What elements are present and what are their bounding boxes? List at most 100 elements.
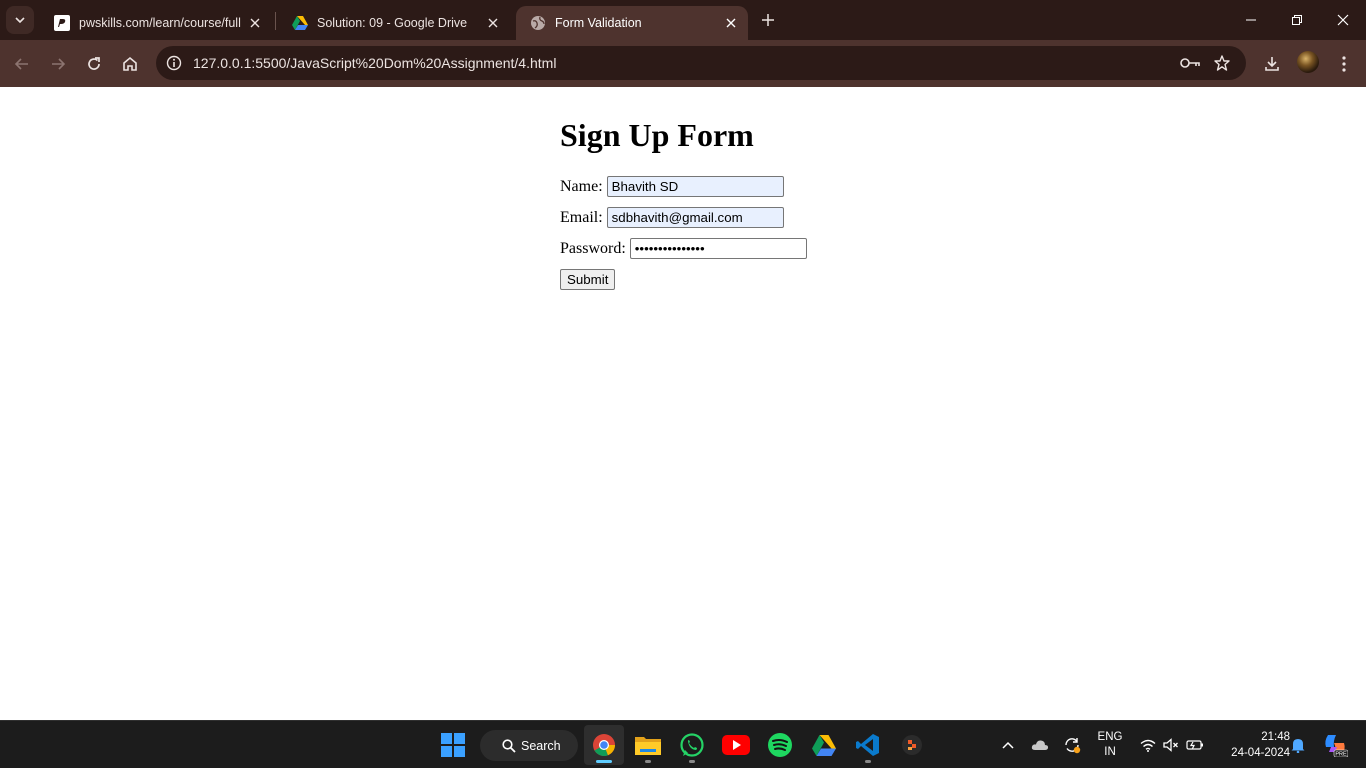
wifi-icon — [1140, 739, 1156, 752]
submit-button[interactable]: Submit — [560, 269, 616, 290]
active-indicator — [596, 760, 612, 763]
key-icon — [1180, 58, 1200, 68]
password-input[interactable] — [629, 238, 807, 259]
system-clock[interactable]: 21:48 24-04-2024 — [1214, 729, 1290, 761]
info-icon — [166, 55, 182, 71]
search-label: Search — [521, 738, 561, 753]
more-vertical-icon — [1342, 56, 1346, 72]
back-button[interactable] — [8, 50, 36, 78]
language-code: ENG — [1097, 731, 1123, 743]
chevron-up-icon — [1002, 741, 1014, 749]
search-icon — [502, 738, 516, 753]
show-hidden-icons-button[interactable] — [996, 721, 1020, 769]
download-icon — [1265, 57, 1279, 71]
site-info-button[interactable] — [162, 51, 186, 75]
forward-button[interactable] — [44, 50, 72, 78]
close-window-button[interactable] — [1320, 0, 1366, 40]
tab-pwskills[interactable]: pwskills.com/learn/course/full — [40, 6, 272, 40]
pwskills-icon — [54, 15, 70, 31]
name-row: Name: — [560, 176, 807, 197]
signup-form: Sign Up Form Name: Email: Password: Subm… — [560, 117, 807, 290]
battery-charging-icon — [1186, 740, 1203, 750]
copilot-button[interactable]: PRE — [1318, 721, 1352, 769]
arrow-left-icon — [14, 58, 28, 70]
bookmark-button[interactable] — [1210, 51, 1234, 75]
home-button[interactable] — [116, 50, 144, 78]
running-indicator — [865, 760, 871, 763]
password-manager-button[interactable] — [1178, 51, 1202, 75]
windows-taskbar: Search ENG IN 21:48 24-04-2024 PRE — [0, 720, 1366, 768]
restore-icon — [1292, 15, 1302, 25]
close-tab-icon[interactable] — [482, 12, 504, 34]
profile-avatar[interactable] — [1297, 51, 1319, 73]
copilot-icon: PRE — [1325, 735, 1348, 758]
taskbar-spotify[interactable] — [760, 725, 800, 765]
browser-toolbar: 127.0.0.1:5500/JavaScript%20Dom%20Assign… — [0, 40, 1366, 87]
address-bar[interactable]: 127.0.0.1:5500/JavaScript%20Dom%20Assign… — [156, 46, 1246, 80]
name-input[interactable] — [606, 176, 784, 197]
plus-icon — [762, 14, 774, 26]
onedrive-tray[interactable] — [1028, 721, 1052, 769]
arrow-right-icon — [52, 58, 66, 70]
vscode-icon — [856, 734, 879, 756]
restore-button[interactable] — [1274, 0, 1320, 40]
password-row: Password: — [560, 238, 807, 259]
svg-text:PRE: PRE — [1335, 752, 1347, 758]
clock-time: 21:48 — [1261, 731, 1290, 743]
app-icon — [902, 735, 922, 755]
cloud-icon — [1031, 740, 1049, 750]
email-label: Email: — [560, 208, 603, 226]
new-tab-button[interactable] — [756, 8, 780, 32]
close-tab-icon[interactable] — [244, 12, 266, 34]
reload-icon — [88, 57, 100, 70]
running-indicator — [689, 760, 695, 763]
browser-tab-strip: pwskills.com/learn/course/full Solution:… — [0, 0, 1366, 40]
email-input[interactable] — [606, 207, 784, 228]
file-explorer-icon — [635, 737, 661, 755]
globe-icon — [530, 15, 546, 31]
start-button[interactable] — [433, 725, 473, 765]
input-language[interactable]: ENG IN — [1094, 730, 1126, 760]
windows-start-icon — [441, 733, 465, 757]
chevron-down-icon — [15, 17, 25, 24]
battery-tray[interactable] — [1184, 721, 1206, 769]
tab-separator — [275, 12, 276, 30]
home-icon — [123, 56, 137, 71]
taskbar-youtube[interactable] — [716, 725, 756, 765]
email-row: Email: — [560, 207, 807, 228]
browser-menu-button[interactable] — [1330, 50, 1358, 78]
taskbar-vscode[interactable] — [848, 725, 888, 765]
star-icon — [1214, 55, 1230, 71]
taskbar-app[interactable] — [892, 725, 932, 765]
chrome-icon — [593, 734, 615, 756]
tab-search-button[interactable] — [6, 6, 34, 34]
tab-form-validation[interactable]: Form Validation — [516, 6, 748, 40]
tab-google-drive[interactable]: Solution: 09 - Google Drive — [278, 6, 510, 40]
minimize-button[interactable] — [1228, 0, 1274, 40]
password-label: Password: — [560, 239, 626, 257]
taskbar-google-drive[interactable] — [804, 725, 844, 765]
region-code: IN — [1104, 746, 1116, 758]
running-indicator — [645, 760, 651, 763]
web-page: Sign Up Form Name: Email: Password: Subm… — [0, 87, 1366, 720]
minimize-icon — [1246, 19, 1256, 21]
taskbar-chrome[interactable] — [584, 725, 624, 765]
clock-date: 24-04-2024 — [1231, 747, 1290, 759]
downloads-button[interactable] — [1258, 50, 1286, 78]
tab-title: Solution: 09 - Google Drive — [317, 16, 468, 30]
reload-button[interactable] — [80, 50, 108, 78]
taskbar-whatsapp[interactable] — [672, 725, 712, 765]
wifi-tray[interactable] — [1137, 721, 1159, 769]
close-tab-icon[interactable] — [720, 12, 742, 34]
taskbar-file-explorer[interactable] — [628, 725, 668, 765]
whatsapp-icon — [680, 733, 704, 757]
notifications-button[interactable] — [1288, 721, 1308, 769]
tab-title: pwskills.com/learn/course/full — [79, 16, 241, 30]
sync-tray[interactable] — [1060, 721, 1084, 769]
taskbar-search[interactable]: Search — [480, 730, 578, 761]
volume-tray[interactable] — [1160, 721, 1182, 769]
bell-icon — [1291, 739, 1305, 753]
volume-muted-icon — [1163, 738, 1178, 752]
google-drive-icon — [812, 734, 836, 756]
url-text[interactable]: 127.0.0.1:5500/JavaScript%20Dom%20Assign… — [193, 55, 556, 71]
